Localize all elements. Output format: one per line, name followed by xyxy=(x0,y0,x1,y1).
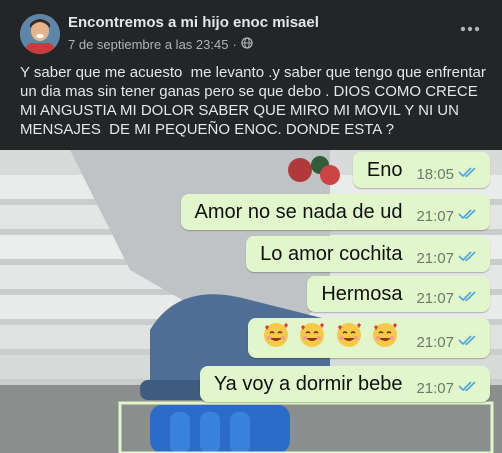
double-check-icon xyxy=(458,289,478,307)
chat-message-time: 21:07 xyxy=(416,207,454,225)
chat-bubble: Hermosa 21:07 xyxy=(307,276,490,312)
chat-message-text: Amor no se nada de ud xyxy=(194,200,403,223)
chat-message-text: Ya voy a dormir bebe xyxy=(213,372,403,395)
chat-message-text: Eno xyxy=(366,158,403,181)
avatar[interactable] xyxy=(20,14,60,54)
group-name-link[interactable]: Encontremos a mi hijo enoc misael xyxy=(68,14,319,31)
chat-bubble: 21:07 xyxy=(247,318,490,358)
chat-bubble: Eno 18:05 xyxy=(352,152,490,188)
chat-bubble: Ya voy a dormir bebe 21:07 xyxy=(199,366,490,402)
avatar-photo xyxy=(20,14,60,54)
post-date-link[interactable]: 7 de septiembre a las 23:45 xyxy=(68,37,228,52)
chat-message-time: 21:07 xyxy=(416,249,454,267)
post-header: Encontremos a mi hijo enoc misael 7 de s… xyxy=(0,0,502,60)
smiling-face-with-hearts-icon xyxy=(336,323,361,347)
double-check-icon xyxy=(458,333,478,351)
more-options-button[interactable] xyxy=(458,20,482,38)
post-meta: 7 de septiembre a las 23:45 · xyxy=(68,37,253,52)
chat-message-time: 21:07 xyxy=(416,289,454,307)
chat-bubble: Amor no se nada de ud 21:07 xyxy=(180,194,490,230)
chat-message-time: 21:07 xyxy=(416,333,454,351)
chat-message-text: Hermosa xyxy=(321,282,403,305)
chat-message-text: Lo amor cochita xyxy=(260,242,403,265)
double-check-icon xyxy=(458,249,478,267)
chat-message-time: 18:05 xyxy=(416,165,454,183)
globe-icon xyxy=(241,37,253,52)
double-check-icon xyxy=(458,165,478,183)
chat-message-time: 21:07 xyxy=(416,379,454,397)
post-photo[interactable]: Eno 18:05 Amor no se nada de ud 21:07 Lo… xyxy=(0,150,502,453)
double-check-icon xyxy=(458,207,478,225)
smiling-face-with-hearts-icon xyxy=(373,323,398,347)
post-text: Y saber que me acuesto me levanto .y sab… xyxy=(20,64,491,138)
more-dots-icon xyxy=(460,26,480,32)
smiling-face-with-hearts-icon xyxy=(300,323,325,347)
chat-message-emoji-row xyxy=(262,321,403,355)
chat-bubble: Lo amor cochita 21:07 xyxy=(246,236,490,272)
smiling-face-with-hearts-icon xyxy=(263,323,288,347)
double-check-icon xyxy=(458,379,478,397)
meta-separator: · xyxy=(232,37,237,52)
